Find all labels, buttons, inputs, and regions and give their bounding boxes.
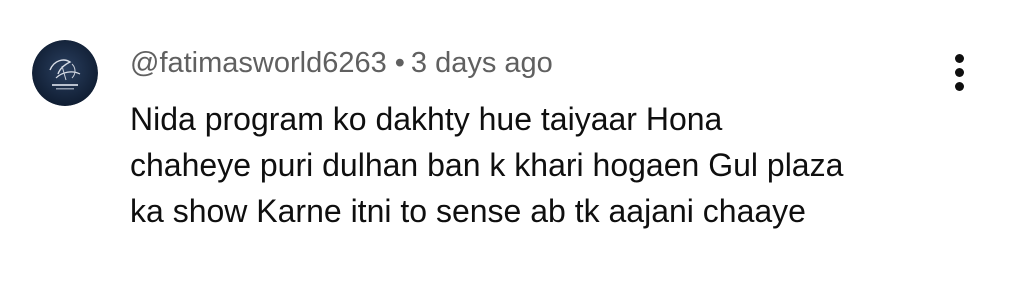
comment-text-line: ka show Karne itni to sense ab tk aajani… [130,193,806,229]
comment-text: Nida program ko dakhty hue taiyaar Hona … [130,96,950,234]
more-vertical-icon [955,54,964,63]
author-avatar[interactable] [32,40,98,106]
comment-text-line: chaheye puri dulhan ban k khari hogaen G… [130,147,844,183]
more-vertical-icon [955,82,964,91]
author-handle[interactable]: @fatimasworld6263 [130,47,387,79]
channel-avatar-logo-icon [32,40,98,106]
comment-item: @fatimasworld6263 • 3 days ago Nida progra… [0,0,1024,282]
more-vertical-icon [955,68,964,77]
comment-text-line: Nida program ko dakhty hue taiyaar Hona [130,101,723,137]
comment-meta: @fatimasworld6263 • 3 days ago [130,44,553,82]
comment-timestamp[interactable]: 3 days ago [411,47,553,79]
meta-separator: • [394,47,405,79]
more-actions-button[interactable] [944,50,976,94]
